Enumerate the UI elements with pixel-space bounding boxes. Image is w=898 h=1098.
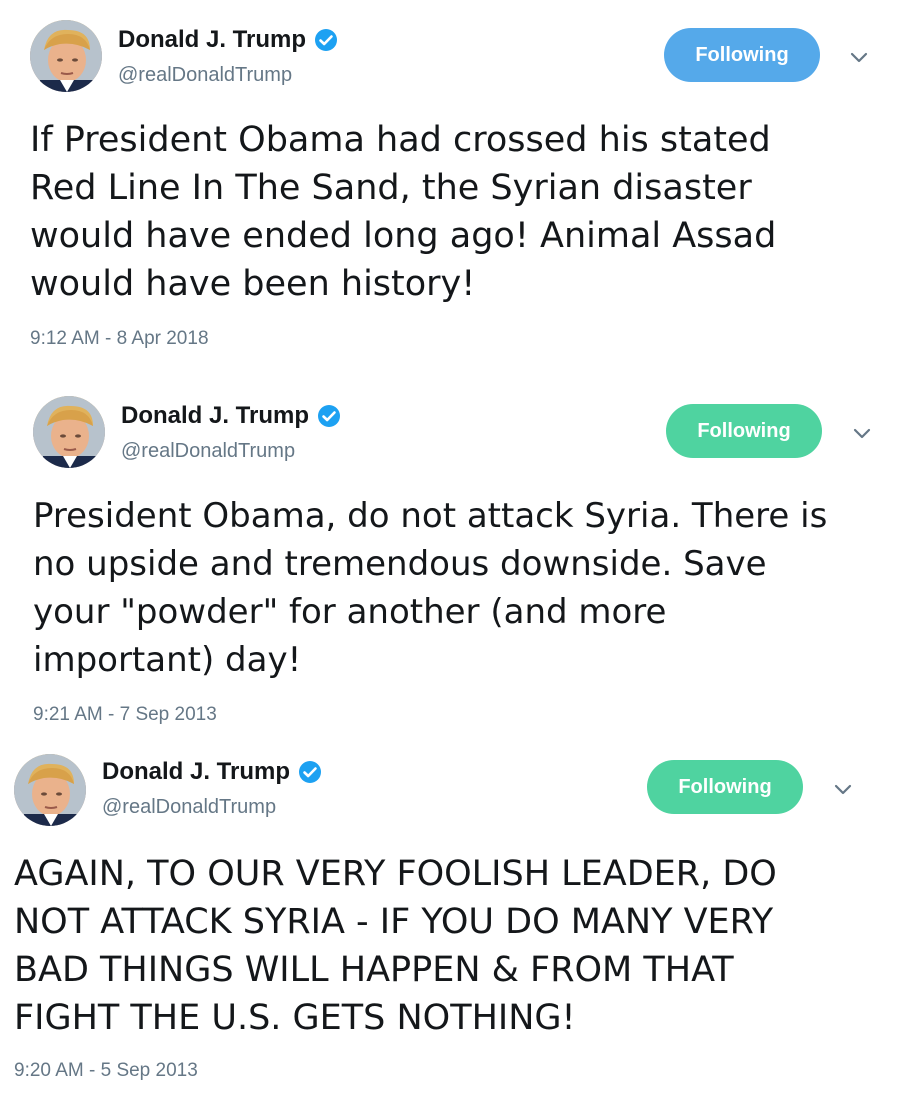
verified-badge-icon (299, 761, 322, 783)
tweet-card: Donald J. Trump @realDonaldTrump Followi… (0, 740, 898, 1098)
user-handle[interactable]: @realDonaldTrump (121, 440, 295, 463)
verified-badge-icon (315, 29, 338, 51)
display-name[interactable]: Donald J. Trump (118, 26, 306, 54)
tweet-text: President Obama, do not attack Syria. Th… (33, 496, 828, 680)
following-button[interactable]: Following (664, 28, 820, 82)
following-button[interactable]: Following (666, 404, 822, 458)
chevron-down-icon[interactable] (848, 46, 870, 68)
tweet-timestamp[interactable]: 9:12 AM - 8 Apr 2018 (30, 328, 209, 350)
chevron-down-icon[interactable] (832, 778, 854, 800)
avatar[interactable] (14, 754, 86, 826)
chevron-down-icon[interactable] (851, 422, 873, 444)
user-handle[interactable]: @realDonaldTrump (118, 64, 292, 87)
tweet-timestamp[interactable]: 9:20 AM - 5 Sep 2013 (14, 1060, 198, 1082)
tweet-card: Donald J. Trump @realDonaldTrump Followi… (0, 380, 898, 730)
tweet-timestamp[interactable]: 9:21 AM - 7 Sep 2013 (33, 704, 217, 726)
following-button[interactable]: Following (647, 760, 803, 814)
author-name-row[interactable]: Donald J. Trump (118, 26, 338, 54)
display-name[interactable]: Donald J. Trump (121, 402, 309, 430)
display-name[interactable]: Donald J. Trump (102, 758, 290, 786)
tweet-text: AGAIN, TO OUR VERY FOOLISH LEADER, DO NO… (14, 854, 777, 1038)
author-name-row[interactable]: Donald J. Trump (121, 402, 341, 430)
verified-badge-icon (318, 405, 341, 427)
avatar[interactable] (33, 396, 105, 468)
tweet-card: Donald J. Trump @realDonaldTrump Followi… (0, 0, 898, 370)
author-name-row[interactable]: Donald J. Trump (102, 758, 322, 786)
user-handle[interactable]: @realDonaldTrump (102, 796, 276, 819)
tweet-text: If President Obama had crossed his state… (30, 120, 777, 304)
avatar[interactable] (30, 20, 102, 92)
